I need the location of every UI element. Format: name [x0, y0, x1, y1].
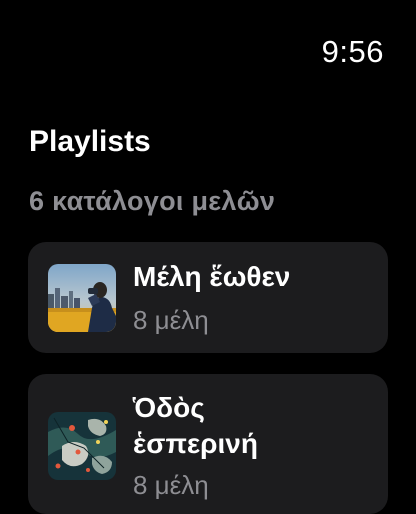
playlist-count-label: 6 κατάλογοι μελῶν [29, 186, 276, 216]
playlist-song-count: 8 μέλη [133, 470, 209, 500]
playlist-artwork [48, 264, 116, 332]
playlist-title: Μέλη ἕωθεν [133, 261, 291, 292]
page-title: Playlists [29, 125, 151, 158]
status-clock: 9:56 [321, 34, 384, 69]
playlist-item[interactable]: Ὁδὸς ἑσπερινή 8 μέλη [28, 374, 388, 514]
playlist-item[interactable]: Μέλη ἕωθεν 8 μέλη [28, 242, 388, 353]
playlist-artwork [48, 412, 116, 480]
playlist-title: Ὁδὸς ἑσπερινή [133, 392, 258, 459]
playlist-song-count: 8 μέλη [133, 305, 209, 335]
